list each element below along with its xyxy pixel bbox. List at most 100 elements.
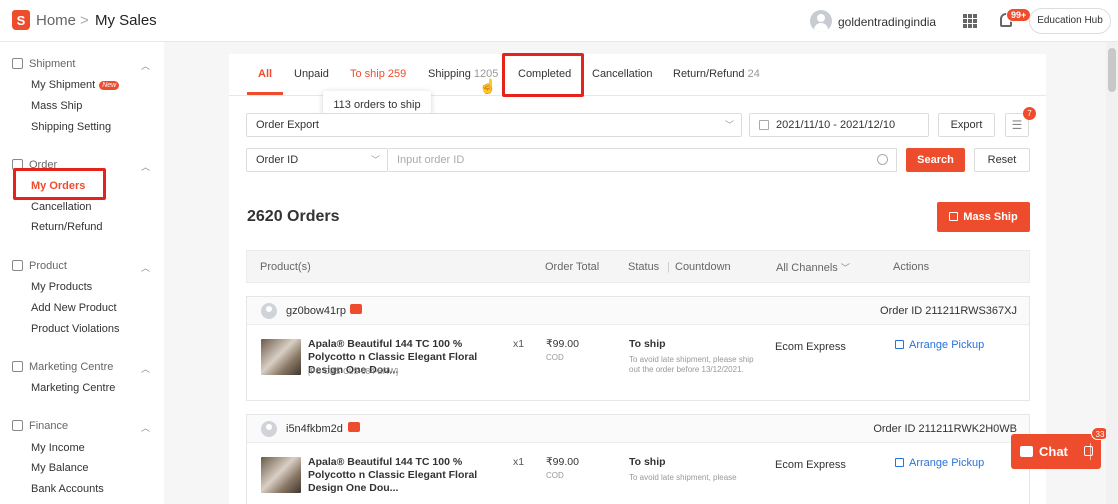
shipping-channel: Ecom Express xyxy=(775,459,846,471)
order-total: ₹99.00 xyxy=(546,456,579,468)
chat-button[interactable]: Chat xyxy=(1011,434,1101,469)
tag-icon xyxy=(12,361,23,372)
search-button[interactable]: Search xyxy=(906,148,965,172)
chevron-up-icon[interactable]: ︿ xyxy=(141,59,150,72)
tab-count: 24 xyxy=(747,68,760,80)
breadcrumb-home[interactable]: Home xyxy=(36,12,76,29)
input-placeholder: Input order ID xyxy=(397,154,465,166)
highlight-completed-tab xyxy=(502,53,584,97)
tab-return-refund[interactable]: Return/Refund 24 xyxy=(673,68,760,80)
col-countdown[interactable]: Countdown xyxy=(675,261,731,273)
user-avatar[interactable] xyxy=(810,10,832,32)
top-bar: S Home > My Sales goldentradingindia 99+… xyxy=(0,0,1118,42)
arrange-pickup-link[interactable]: Arrange Pickup xyxy=(895,339,984,351)
order-id: Order ID 211211RWK2H0WB xyxy=(873,423,1017,435)
sidebar-item-cancellation[interactable]: Cancellation xyxy=(31,201,92,213)
reset-button[interactable]: Reset xyxy=(974,148,1030,172)
shopee-logo-icon[interactable]: S xyxy=(12,10,30,30)
orders-count-title: 2620 Orders xyxy=(247,208,340,225)
product-sku: [PC-DBS-CLS-084-BRW] xyxy=(308,367,399,376)
buyer-avatar[interactable] xyxy=(261,421,277,437)
notification-badge: 99+ xyxy=(1006,8,1032,22)
breadcrumb-current: My Sales xyxy=(95,12,157,29)
sidebar-section-marketing[interactable]: Marketing Centre xyxy=(12,361,113,373)
sidebar-item-marketing-centre[interactable]: Marketing Centre xyxy=(31,382,115,394)
product-name[interactable]: Apala® Beautiful 144 TC 100 % Polycotto … xyxy=(308,456,506,495)
sidebar-item-my-balance[interactable]: My Balance xyxy=(31,462,88,474)
tab-label: Return/Refund xyxy=(673,68,745,80)
product-quantity: x1 xyxy=(513,338,525,350)
channels-filter[interactable]: All Channels ﹀ xyxy=(776,261,850,274)
sidebar-section-product[interactable]: Product xyxy=(12,260,67,272)
username[interactable]: goldentradingindia xyxy=(838,15,936,29)
product-icon xyxy=(12,260,23,271)
chevron-up-icon[interactable]: ︿ xyxy=(141,160,150,173)
scrollbar[interactable] xyxy=(1106,42,1118,504)
chevron-up-icon[interactable]: ︿ xyxy=(141,421,150,434)
buyer-name[interactable]: i5n4fkbm2d xyxy=(286,423,343,435)
export-button[interactable]: Export xyxy=(938,113,995,137)
apps-grid-icon[interactable] xyxy=(963,14,977,28)
tab-to-ship[interactable]: To ship 259 xyxy=(350,68,406,80)
date-range-value: 2021/11/10 - 2021/12/10 xyxy=(776,119,896,131)
col-status: Status xyxy=(628,261,660,273)
hand-cursor-icon: ☝ xyxy=(479,78,497,94)
section-label: Shipment xyxy=(29,58,76,70)
chat-icon[interactable] xyxy=(348,422,360,432)
buyer-avatar[interactable] xyxy=(261,303,277,319)
sidebar-section-shipment[interactable]: Shipment xyxy=(12,58,75,70)
chat-label: Chat xyxy=(1039,444,1068,459)
col-order-total: Order Total xyxy=(545,261,600,273)
col-products: Product(s) xyxy=(260,261,311,273)
mass-ship-button[interactable]: Mass Ship xyxy=(937,202,1030,232)
select-value: Order ID xyxy=(256,154,299,166)
chevron-up-icon[interactable]: ︿ xyxy=(141,362,150,375)
order-export-select[interactable]: Order Export ﹀ xyxy=(246,113,742,137)
status-note: To avoid late shipment, please xyxy=(629,473,737,482)
section-label: Marketing Centre xyxy=(29,361,114,373)
sidebar-item-my-products[interactable]: My Products xyxy=(31,281,92,293)
date-range-picker[interactable]: 2021/11/10 - 2021/12/10 xyxy=(749,113,929,137)
product-thumbnail[interactable] xyxy=(261,457,301,493)
tab-all[interactable]: All xyxy=(258,68,272,80)
chevron-up-icon[interactable]: ︿ xyxy=(141,261,150,274)
sidebar-item-mass-ship[interactable]: Mass Ship xyxy=(31,100,82,112)
column-divider: | xyxy=(667,261,670,273)
tab-label: To ship xyxy=(350,68,385,80)
scrollbar-thumb[interactable] xyxy=(1108,48,1116,92)
sidebar-item-return-refund[interactable]: Return/Refund xyxy=(31,221,103,233)
arrange-pickup-link[interactable]: Arrange Pickup xyxy=(895,457,984,469)
truck-icon xyxy=(12,58,23,69)
sidebar-item-my-income[interactable]: My Income xyxy=(31,442,85,454)
truck-icon xyxy=(895,340,904,349)
sidebar-item-shipping-setting[interactable]: Shipping Setting xyxy=(31,121,111,133)
calendar-icon xyxy=(949,212,959,221)
channels-label: All Channels xyxy=(776,262,838,274)
order-id-input[interactable]: Input order ID xyxy=(388,148,897,172)
chat-icon xyxy=(1020,446,1033,457)
tab-cancellation[interactable]: Cancellation xyxy=(592,68,653,80)
order-card: i5n4fkbm2d Order ID 211211RWK2H0WB Apala… xyxy=(246,414,1030,504)
col-actions: Actions xyxy=(893,261,930,273)
sidebar: Shipment ︿ My Shipment New Mass Ship Ship… xyxy=(0,42,164,504)
order-header: gz0bow41rp Order ID 211211RWS367XJ xyxy=(247,297,1029,325)
payment-method: COD xyxy=(546,353,564,362)
sidebar-section-finance[interactable]: Finance xyxy=(12,420,68,432)
education-hub-button[interactable]: Education Hub xyxy=(1029,8,1111,34)
search-type-select[interactable]: Order ID ﹀ xyxy=(246,148,388,172)
active-tab-indicator xyxy=(247,92,283,95)
sidebar-item-add-new-product[interactable]: Add New Product xyxy=(31,302,117,314)
orders-table-header: Product(s) Order Total Status | Countdow… xyxy=(246,250,1030,283)
buyer-name[interactable]: gz0bow41rp xyxy=(286,305,346,317)
product-thumbnail[interactable] xyxy=(261,339,301,375)
chevron-down-icon: ﹀ xyxy=(724,120,734,130)
sidebar-item-product-violations[interactable]: Product Violations xyxy=(31,323,119,335)
sidebar-item-bank-accounts[interactable]: Bank Accounts xyxy=(31,483,104,495)
chevron-down-icon: ﹀ xyxy=(370,155,380,165)
chat-icon[interactable] xyxy=(350,304,362,314)
sidebar-item-my-shipment[interactable]: My Shipment New xyxy=(31,79,120,91)
expand-icon[interactable] xyxy=(1084,446,1093,456)
sidebar-item-label: My Shipment xyxy=(31,79,96,91)
truck-icon xyxy=(895,458,904,467)
tab-unpaid[interactable]: Unpaid xyxy=(294,68,329,80)
